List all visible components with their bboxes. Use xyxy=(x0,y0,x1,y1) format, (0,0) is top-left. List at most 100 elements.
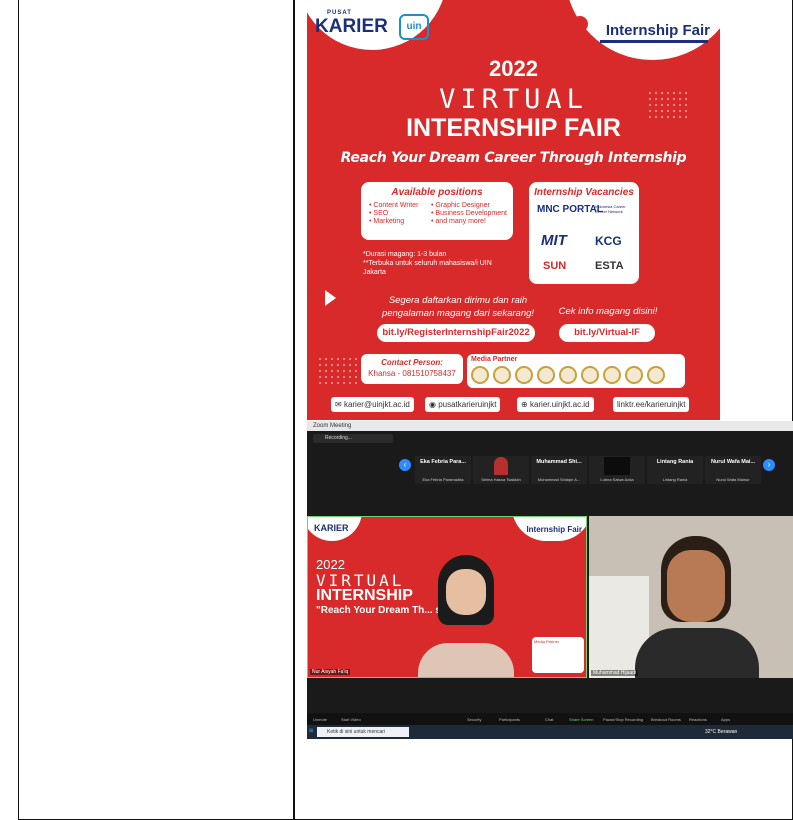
positions-box: Available positions • Content Writer • G… xyxy=(361,182,513,240)
slide-karier-logo: KARIER xyxy=(314,523,349,533)
slide-year: 2022 xyxy=(316,557,345,572)
breakout-rooms-button[interactable]: Breakout Rooms xyxy=(651,717,681,722)
footer-linktree[interactable]: linktr.ee/karieruinjkt xyxy=(613,397,690,412)
participant-strip: Eka Febria Para... Eka Febria Paramadita … xyxy=(415,456,785,484)
zoom-window-title: Zoom Meeting xyxy=(307,421,793,431)
vacancy-logo-esta: ESTA xyxy=(595,260,624,272)
footer-website[interactable]: ⊕ karier.uinjkt.ac.id xyxy=(517,397,594,412)
chevron-decoration xyxy=(307,195,330,253)
presenter-body xyxy=(418,643,514,677)
partner-logo xyxy=(581,366,599,384)
dots-decoration xyxy=(317,356,357,386)
footer-email[interactable]: ✉ karier@uinjkt.ac.id xyxy=(331,397,414,412)
participant-video xyxy=(604,457,630,475)
participant-tile: Lintang Rania Lintang Rania xyxy=(647,456,703,484)
share-screen-button[interactable]: Share Screen xyxy=(569,717,593,722)
slide-internship: INTERNSHIP xyxy=(316,587,413,604)
weather-status: 32°C Berawan xyxy=(705,729,738,735)
next-page-button[interactable]: › xyxy=(763,459,775,471)
note-duration: *Durasi magang: 1-3 bulan xyxy=(363,251,447,258)
media-partner-box: Media Partner xyxy=(467,354,685,388)
position-item: • Content Writer xyxy=(369,202,419,209)
unmute-button[interactable]: Unmute xyxy=(313,717,327,722)
vacancies-heading: Internship Vacancies xyxy=(534,187,634,198)
presenter-video xyxy=(418,547,514,677)
note-eligibility: **Terbuka untuk seluruh mahasiswa/i UIN … xyxy=(363,260,492,276)
position-item: • and many more! xyxy=(431,218,486,225)
vacancy-logo-iccn: Indonesia Career Center Network xyxy=(595,204,626,214)
poster-virtual: VIRTUAL xyxy=(439,84,588,115)
partner-logo xyxy=(515,366,533,384)
contact-label: Contact Person: xyxy=(381,358,443,367)
recording-button[interactable]: Pause/Stop Recording xyxy=(603,717,643,722)
start-video-button[interactable]: Start Video xyxy=(341,717,361,722)
media-partner-logos xyxy=(471,366,681,384)
zoom-meeting-screenshot: Zoom Meeting Recording... ‹ Eka Febria P… xyxy=(307,421,793,739)
chat-button[interactable]: Chat xyxy=(545,717,553,722)
vacancy-logo-kcg: KCG xyxy=(595,234,622,248)
participant-photo xyxy=(494,457,508,475)
vacancy-logo-mnc: MNC PORTAL xyxy=(537,204,603,215)
fair-logo-bar xyxy=(600,40,708,43)
partner-logo xyxy=(537,366,555,384)
taskbar-search[interactable]: Ketik di sini untuk mencari xyxy=(317,727,409,737)
poster-title: INTERNSHIP FAIR xyxy=(406,114,621,142)
shared-screen: KARIER Internship Fair 2022 VIRTUAL INTE… xyxy=(307,516,587,678)
position-item: • SEO xyxy=(369,210,389,217)
positions-heading: Available positions xyxy=(391,187,483,198)
share-name-tag: Nur Aisyah Fa'iq xyxy=(310,669,351,675)
footer-instagram[interactable]: ◉ pusatkarieruinjkt xyxy=(425,397,501,412)
reactions-button[interactable]: Reactions xyxy=(689,717,707,722)
poster-tagline: Reach Your Dream Career Through Internsh… xyxy=(340,150,687,166)
vacancy-logo-sun: SUN xyxy=(543,260,567,272)
slide-media-partner: Media Partner xyxy=(532,637,584,673)
partner-logo xyxy=(603,366,621,384)
participant-tile: Selma Hasna Tsakilah xyxy=(473,456,529,484)
vacancy-logo-mit: MIT xyxy=(541,232,567,249)
notes: *Durasi magang: 1-3 bulan **Terbuka untu… xyxy=(363,250,513,277)
prev-page-button[interactable]: ‹ xyxy=(399,459,411,471)
cta-info: Cek info magang disini! xyxy=(558,306,658,317)
windows-taskbar: ⊞ Ketik di sini untuk mencari 32°C Beraw… xyxy=(307,725,793,739)
cta-register: Segera daftarkan dirimu dan raih pengala… xyxy=(381,295,535,319)
participant-tile: Nurul Wafa Mai... Nurul Wafa Mainur xyxy=(705,456,761,484)
participant-tile: Eka Febria Para... Eka Febria Paramadita xyxy=(415,456,471,484)
contact-value: Khansa - 081510758437 xyxy=(368,369,456,378)
partner-logo xyxy=(625,366,643,384)
participant-tile: Muhammad Shi... Muhammad Shidqie A... xyxy=(531,456,587,484)
uin-logo: uin xyxy=(399,14,429,40)
person-face xyxy=(667,550,725,622)
position-item: • Marketing xyxy=(369,218,405,225)
play-icon xyxy=(325,290,336,306)
security-button[interactable]: Security xyxy=(467,717,481,722)
fair-logo: Internship Fair xyxy=(605,22,710,39)
participants-button[interactable]: Participants xyxy=(499,717,520,722)
presenter-face xyxy=(446,569,486,615)
info-link[interactable]: bit.ly/Virtual-IF xyxy=(559,324,655,342)
position-item: • Graphic Designer xyxy=(431,202,490,209)
vacancies-box: Internship Vacancies MNC PORTAL Indonesi… xyxy=(529,182,639,284)
contact-box: Contact Person: Khansa - 081510758437 xyxy=(361,354,463,384)
partner-logo xyxy=(471,366,489,384)
media-partner-label: Media Partner xyxy=(471,356,518,363)
windows-start-icon[interactable]: ⊞ xyxy=(309,728,313,734)
karier-logo: PUSAT KARIER xyxy=(315,10,388,37)
recording-indicator: Recording... xyxy=(313,434,393,443)
participant-camera: Muhammad Hijaadi xyxy=(589,516,793,678)
positions-list: • Content Writer • Graphic Designer • SE… xyxy=(361,198,513,225)
slide-fair-logo: Internship Fair xyxy=(526,525,582,534)
partner-logo xyxy=(559,366,577,384)
person-body xyxy=(635,628,759,678)
position-item: • Business Development xyxy=(431,210,507,217)
partner-logo xyxy=(493,366,511,384)
register-link[interactable]: bit.ly/RegisterInternshipFair2022 xyxy=(377,324,535,342)
chevron-decoration xyxy=(694,235,720,293)
partner-logo xyxy=(647,366,665,384)
table-divider xyxy=(293,0,295,820)
internship-fair-poster: PUSAT KARIER uin Internship Fair 2022 VIR… xyxy=(307,0,720,420)
apps-button[interactable]: Apps xyxy=(721,717,730,722)
camera-name-tag: Muhammad Hijaadi xyxy=(591,670,639,676)
chevron-decoration xyxy=(694,175,720,233)
participant-tile: Lubna Salwa Azda xyxy=(589,456,645,484)
poster-year: 2022 xyxy=(489,56,538,81)
